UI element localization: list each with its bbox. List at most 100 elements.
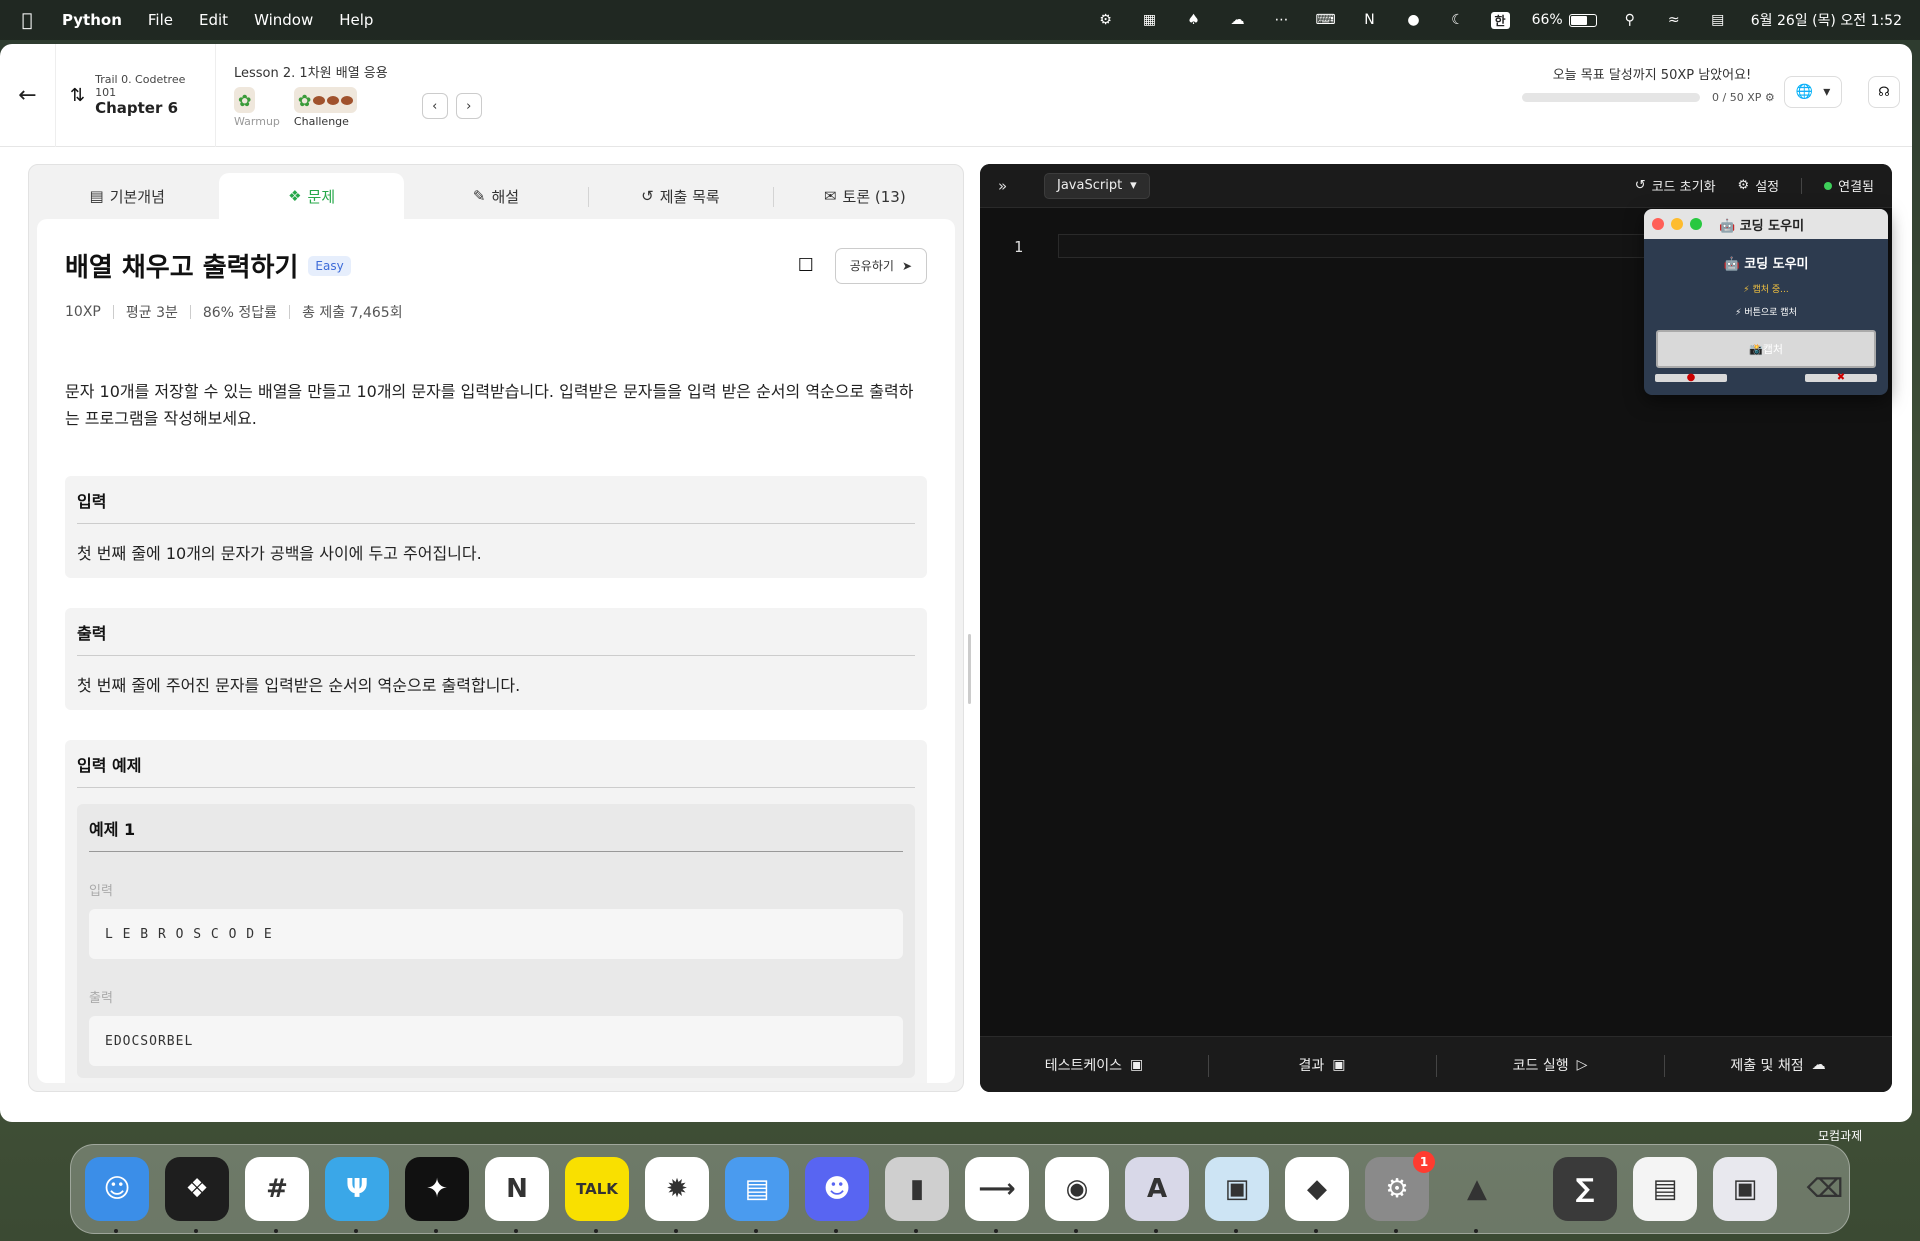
minimize-window-icon[interactable] [1671, 218, 1683, 230]
menu-bar:  Python File Edit Window Help ⚙ ▦ ♠ ☁ ⋯… [0, 0, 1920, 40]
figure-icon[interactable]: ♠ [1183, 11, 1205, 29]
tab-label: 기본개념 [109, 187, 165, 206]
dock-calculator[interactable]: ∑ [1553, 1157, 1617, 1221]
bookmark-icon[interactable]: ☐ [795, 255, 817, 277]
tab-submissions[interactable]: ↺ 제출 목록 [588, 173, 772, 219]
dock-recent-window[interactable]: ▣ [1713, 1157, 1777, 1221]
stage-warmup[interactable]: ✿ Warmup [234, 87, 280, 128]
menu-app-name[interactable]: Python [62, 11, 122, 29]
dock-app-fork[interactable]: Ψ [325, 1157, 389, 1233]
tab-solution[interactable]: ✎ 해설 [404, 173, 588, 219]
dock-app-craft[interactable]: A [1125, 1157, 1189, 1233]
tab-concept[interactable]: ▤ 기본개념 [35, 173, 219, 219]
menu-window[interactable]: Window [254, 11, 313, 29]
dock-app-figma[interactable]: ❖ [165, 1157, 229, 1233]
problem-description: 문자 10개를 저장할 수 있는 배열을 만들고 10개의 문자를 입력받습니다… [65, 382, 914, 428]
dock-app-notion[interactable]: N [485, 1157, 549, 1233]
settings-button[interactable]: ⚙ 설정 [1738, 176, 1780, 195]
share-button[interactable]: 공유하기 ➤ [834, 247, 927, 284]
finder-icon: ☺ [103, 1174, 131, 1204]
reset-icon: ↺ [1634, 178, 1646, 193]
tab-problem[interactable]: ❖ 문제 [219, 173, 404, 219]
run-label: 코드 실행 [1512, 1057, 1569, 1074]
menu-clock[interactable]: 6월 26일 (목) 오전 1:52 [1751, 10, 1902, 30]
trail-label: Trail 0. Codetree 101 [95, 73, 186, 99]
helper-titlebar[interactable]: 🤖 코딩 도우미 [1644, 209, 1888, 239]
jira-icon: ◆ [1307, 1174, 1327, 1204]
dock-app-kakaotalk[interactable]: TALK [565, 1157, 629, 1233]
grid-app-icon[interactable]: ▦ [1139, 11, 1161, 29]
menu-help[interactable]: Help [339, 11, 373, 29]
accessibility-icon[interactable]: ⚙ [1095, 11, 1117, 29]
battery-percent: 66% [1531, 12, 1563, 28]
result-button[interactable]: 결과 ▣ [1208, 1037, 1436, 1092]
dock-app-finder[interactable]: ☺ [85, 1157, 149, 1233]
zoom-window-icon[interactable] [1690, 218, 1702, 230]
capture-button[interactable]: 📸 캡처 [1656, 330, 1876, 368]
stage-challenge[interactable]: ✿ Challenge [293, 87, 358, 128]
notion-menu-icon[interactable]: N [1359, 11, 1381, 29]
wifi-icon[interactable]: ≈ [1663, 11, 1685, 29]
search-icon[interactable]: ⚲ [1619, 11, 1641, 29]
run-code-button[interactable]: 코드 실행 ▷ [1436, 1037, 1664, 1092]
dock-app-discord[interactable]: ☻ [805, 1157, 869, 1233]
dock-app-slack[interactable]: # [245, 1157, 309, 1233]
tab-label: 제출 목록 [659, 187, 720, 206]
coding-helper-window[interactable]: 🤖 코딩 도우미 🤖 코딩 도우미 ⚡ 캡처 중... ⚡ 버튼으로 캡처 📸 … [1644, 209, 1888, 395]
back-button[interactable]: ← [0, 44, 56, 147]
panel-resize-handle[interactable] [968, 634, 971, 704]
chatgpt-icon: ✹ [666, 1174, 688, 1204]
submit-button[interactable]: 제출 및 채점 ☁ [1664, 1037, 1892, 1092]
document-icon: ▤ [1652, 1174, 1678, 1204]
moon-icon[interactable]: ☾ [1447, 11, 1469, 29]
dock-app-parallels[interactable]: ▮ [885, 1157, 949, 1233]
problem-content[interactable]: 배열 채우고 출력하기 Easy ☐ 공유하기 ➤ 10XP 평균 3분 86%… [37, 219, 955, 1083]
dots-grid-icon[interactable]: ⋯ [1271, 11, 1293, 29]
helper-close-button[interactable]: ✖ [1805, 373, 1877, 383]
menu-edit[interactable]: Edit [199, 11, 228, 29]
dock-app-preview[interactable]: ▣ [1205, 1157, 1269, 1233]
helper-slider[interactable]: ● [1655, 373, 1727, 383]
keyboard-icon[interactable]: ⌨ [1315, 11, 1337, 29]
reset-code-button[interactable]: ↺ 코드 초기화 [1635, 176, 1716, 195]
support-button[interactable]: ☊ [1868, 76, 1900, 108]
dock-app-hancom[interactable]: ▤ [725, 1157, 789, 1233]
apple-icon[interactable]:  [18, 10, 36, 31]
talk-icon: TALK [576, 1180, 618, 1198]
daily-goal: 오늘 목표 달성까지 50XP 남았어요! 0 / 50 XP ⚙ [1522, 64, 1782, 104]
message-icon[interactable]: ● [1403, 11, 1425, 29]
menu-file[interactable]: File [148, 11, 173, 29]
example-output[interactable]: EDOCSORBEL [89, 1016, 903, 1066]
control-center-icon[interactable]: ▤ [1707, 11, 1729, 29]
cloud-icon[interactable]: ☁ [1227, 11, 1249, 29]
language-dropdown[interactable]: 🌐 ▾ [1784, 76, 1842, 108]
dock-app-system-settings[interactable]: ⚙ 1 [1365, 1151, 1435, 1233]
result-label: 결과 [1298, 1057, 1325, 1074]
status-dot-icon [1824, 181, 1833, 190]
slack-icon: # [266, 1174, 288, 1204]
dock-app-chrome[interactable]: ◉ [1045, 1157, 1109, 1233]
dock-app-vs-code[interactable]: ⟶ [965, 1157, 1029, 1233]
dock-app-chatgpt[interactable]: ✹ [645, 1157, 709, 1233]
dock-app-perplexity[interactable]: ✦ [405, 1157, 469, 1233]
dock-recent-document[interactable]: ▤ [1633, 1157, 1697, 1221]
tab-discussion[interactable]: ✉ 토론 (13) [772, 173, 957, 219]
testcase-button[interactable]: 테스트케이스 ▣ [980, 1037, 1208, 1092]
battery-status[interactable]: 66% [1532, 12, 1597, 28]
close-window-icon[interactable] [1652, 218, 1664, 230]
trail-selector[interactable]: ⇅ Trail 0. Codetree 101 Chapter 6 [56, 44, 216, 147]
example-input[interactable]: L E B R O S C O D E [89, 909, 903, 959]
dock-app-python-launcher[interactable]: ▲ [1445, 1157, 1509, 1233]
next-lesson-button[interactable]: › [455, 93, 482, 119]
desktop-folder-label[interactable]: 모컴과제 [1818, 1127, 1862, 1144]
language-select[interactable]: JavaScript ▾ [1044, 172, 1150, 199]
collapse-panel-icon[interactable]: » [998, 177, 1026, 195]
dock: ☺ ❖ # Ψ ✦ N TALK ✹ ▤ ☻ ▮ ⟶ ◉ A ▣ ◆ ⚙ 1 ▲ ∑ ▤ ▣ ⌫ [70, 1144, 1850, 1234]
craft-icon: A [1146, 1174, 1168, 1204]
input-spec-body: 첫 번째 줄에 10개의 문자가 공백을 사이에 두고 주어집니다. [77, 544, 482, 563]
input-source[interactable]: 한 [1490, 11, 1510, 29]
gear-icon[interactable]: ⚙ [1765, 91, 1775, 104]
dock-app-jira[interactable]: ◆ [1285, 1157, 1349, 1233]
prev-lesson-button[interactable]: ‹ [421, 93, 448, 119]
dock-trash[interactable]: ⌫ [1793, 1157, 1857, 1221]
